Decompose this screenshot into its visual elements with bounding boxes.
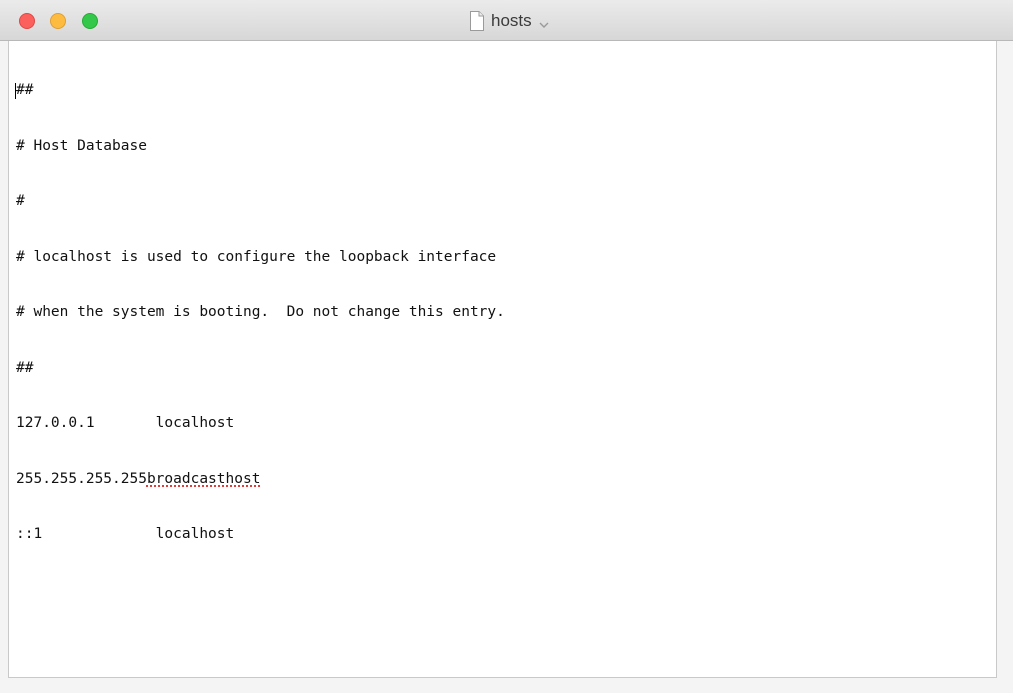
window-title: hosts	[491, 11, 532, 30]
window-bottom-edge	[0, 678, 1013, 693]
zoom-window-button[interactable]	[82, 13, 98, 29]
line-text: # localhost is used to configure the loo…	[16, 248, 497, 265]
document-icon	[469, 11, 485, 31]
text-editing-area[interactable]: ## # Host Database # # localhost is used…	[8, 41, 997, 678]
line-text: # when the system is booting. Do not cha…	[16, 304, 505, 320]
misspelled-word: broadcasthost	[146, 470, 261, 487]
minimize-window-button[interactable]	[50, 13, 66, 29]
line-text: #	[16, 193, 25, 209]
text-editor-window: hosts ## # Host Database # # localhost i…	[0, 0, 1013, 693]
ip-address-text: 255.255.255.255	[16, 470, 147, 487]
line-text: 127.0.0.1 localhost	[16, 415, 235, 431]
window-title-menu[interactable]: hosts	[469, 10, 550, 32]
text-line-1: ##	[15, 81, 505, 100]
text-line-3: #	[16, 192, 505, 211]
text-line-2: # Host Database	[16, 137, 505, 156]
text-line-8: 255.255.255.255broadcasthost	[16, 470, 505, 489]
line-text: ##	[16, 359, 34, 376]
text-cursor	[15, 83, 16, 99]
hosts-file-content[interactable]: ## # Host Database # # localhost is used…	[15, 44, 505, 581]
text-line-4: # localhost is used to configure the loo…	[16, 248, 505, 267]
text-line-5: # when the system is booting. Do not cha…	[16, 303, 505, 322]
line-text: # Host Database	[16, 137, 147, 154]
title-bar[interactable]: hosts	[0, 0, 1013, 41]
text-line-9: ::1 localhost	[16, 525, 505, 544]
text-line-6: ##	[16, 359, 505, 378]
chevron-down-icon[interactable]	[538, 16, 550, 28]
line-text: ##	[16, 82, 34, 98]
line-text: ::1 localhost	[16, 526, 235, 542]
close-window-button[interactable]	[19, 13, 35, 29]
text-line-7: 127.0.0.1 localhost	[16, 414, 505, 433]
